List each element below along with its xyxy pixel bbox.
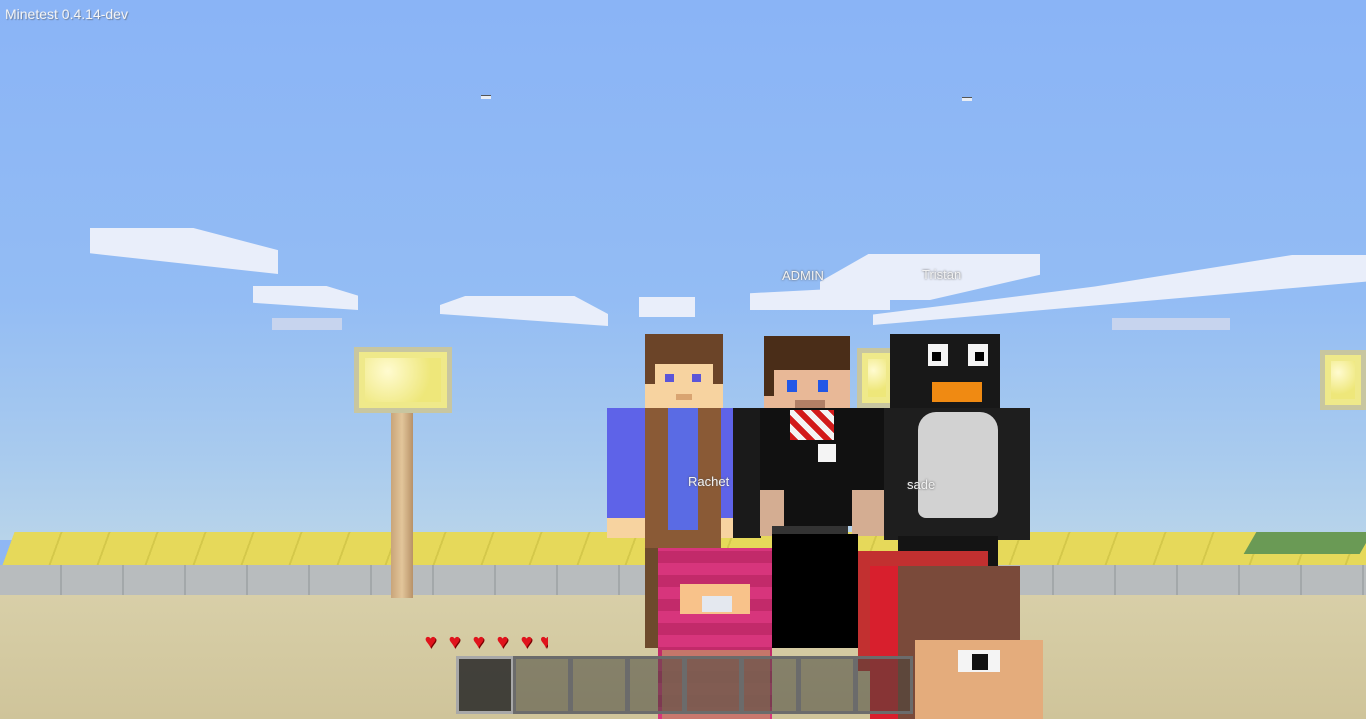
mese-lamp — [1320, 350, 1366, 410]
hotbar-slot-5[interactable] — [684, 656, 742, 714]
mese-lamp — [354, 347, 452, 413]
cloud — [272, 318, 342, 330]
heart-icon: ♥ — [496, 631, 509, 653]
hotbar-slot-7[interactable] — [798, 656, 856, 714]
health-bar: ♥ ♥ ♥ ♥ ♥ ♥ — [420, 631, 548, 653]
heart-icon: ♥ — [520, 631, 533, 653]
nametag-rachet: Rachet — [688, 474, 730, 489]
nametag-sade: sade — [907, 477, 936, 492]
heart-icon: ♥ — [540, 633, 548, 652]
hotbar-slot-4[interactable] — [627, 656, 685, 714]
cloud — [1112, 318, 1230, 330]
nametag-admin: ADMIN — [782, 268, 824, 283]
hotbar-slot-6[interactable] — [741, 656, 799, 714]
cloud — [639, 297, 695, 317]
game-viewport[interactable]: ADMIN Tristan Rachet sade Minetest 0.4.1… — [0, 0, 1366, 719]
hotbar-slot-1[interactable] — [456, 656, 514, 714]
version-label: Minetest 0.4.14-dev — [5, 6, 128, 22]
wood-post — [391, 410, 413, 598]
heart-icon: ♥ — [448, 631, 461, 653]
heart-icon: ♥ — [472, 631, 485, 653]
hotbar-slot-2[interactable] — [513, 656, 571, 714]
bird — [962, 97, 972, 101]
hotbar-slot-3[interactable] — [570, 656, 628, 714]
nametag-tristan: Tristan — [922, 267, 962, 282]
hotbar-slot-8[interactable] — [855, 656, 913, 714]
grass-block — [1243, 532, 1366, 554]
hotbar[interactable] — [456, 656, 913, 714]
heart-icon: ♥ — [424, 631, 437, 653]
bird — [481, 95, 491, 99]
